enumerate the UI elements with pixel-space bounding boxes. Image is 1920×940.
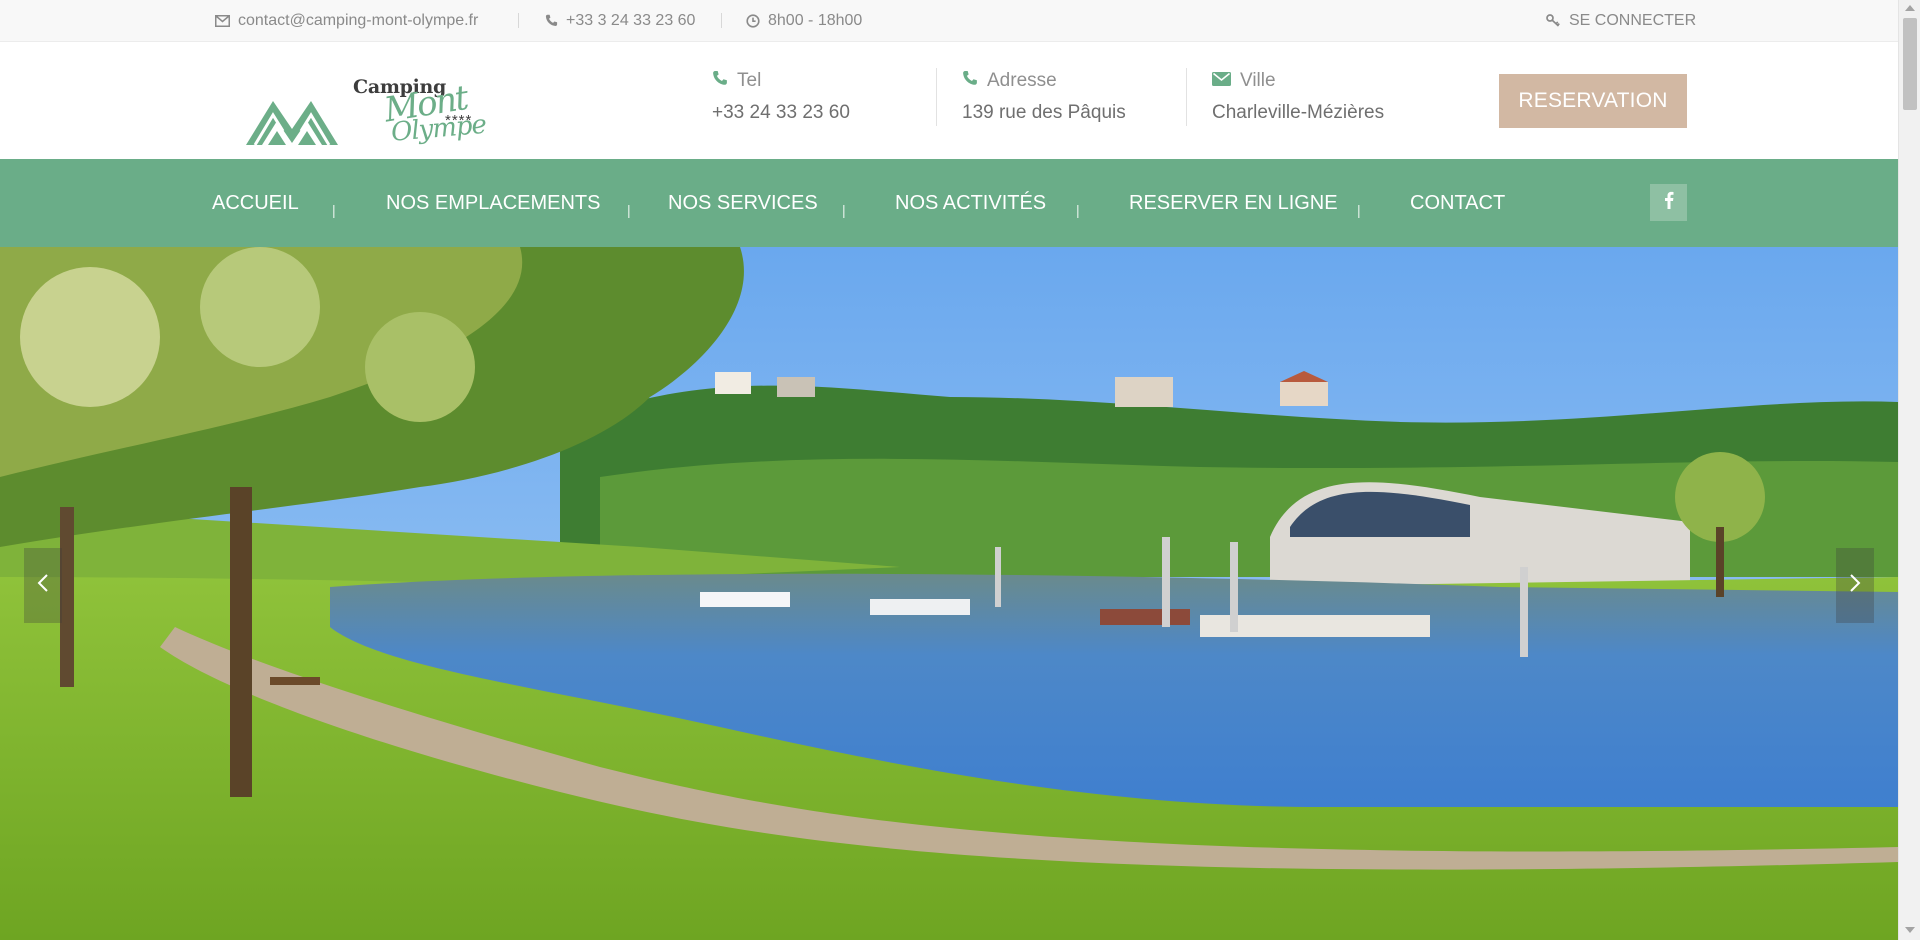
reservation-button[interactable]: RESERVATION bbox=[1499, 74, 1687, 128]
scrollbar-thumb[interactable] bbox=[1903, 18, 1917, 110]
top-bar: contact@camping-mont-olympe.fr +33 3 24 … bbox=[0, 0, 1898, 42]
nav-item-accueil[interactable]: ACCUEIL bbox=[212, 159, 299, 247]
city-label: Ville bbox=[1240, 70, 1276, 91]
phone-icon bbox=[545, 14, 558, 27]
chevron-right-icon bbox=[1849, 573, 1861, 598]
mountain-logo-icon bbox=[246, 101, 338, 146]
header-tel[interactable]: Tel +33 24 33 23 60 bbox=[712, 68, 850, 136]
key-icon bbox=[1546, 14, 1561, 27]
nav-item-emplacements[interactable]: NOS EMPLACEMENTS bbox=[386, 159, 600, 247]
phone-icon bbox=[962, 70, 978, 92]
login-link[interactable]: SE CONNECTER bbox=[1546, 0, 1696, 41]
envelope-icon bbox=[215, 14, 230, 27]
header-address: Adresse 139 rue des Pâquis bbox=[962, 68, 1126, 136]
nav-item-services[interactable]: NOS SERVICES bbox=[668, 159, 818, 247]
header-divider bbox=[1186, 68, 1187, 126]
page-scrollbar[interactable] bbox=[1898, 0, 1920, 940]
tel-value: +33 24 33 23 60 bbox=[712, 102, 850, 123]
envelope-icon bbox=[1212, 70, 1231, 92]
nav-separator: | bbox=[332, 202, 336, 218]
logo-stars: **** bbox=[445, 112, 473, 129]
slider-next-button[interactable] bbox=[1836, 548, 1874, 623]
city-value: Charleville-Mézières bbox=[1212, 102, 1385, 123]
nav-item-activites[interactable]: NOS ACTIVITÉS bbox=[895, 159, 1046, 247]
nav-separator: | bbox=[842, 202, 846, 218]
site-header: Camping Mont Olympe **** Tel +33 24 33 2… bbox=[0, 42, 1898, 159]
header-divider bbox=[936, 68, 937, 126]
topbar-phone[interactable]: +33 3 24 33 23 60 bbox=[545, 0, 695, 41]
topbar-divider bbox=[721, 13, 722, 28]
topbar-email[interactable]: contact@camping-mont-olympe.fr bbox=[215, 0, 478, 41]
topbar-divider bbox=[518, 13, 519, 28]
header-city: Ville Charleville-Mézières bbox=[1212, 68, 1384, 136]
hero-slider bbox=[0, 247, 1898, 940]
logo-text-olympe: Olympe bbox=[389, 109, 488, 148]
login-label: SE CONNECTER bbox=[1569, 11, 1697, 29]
topbar-hours: 8h00 - 18h00 bbox=[746, 0, 862, 41]
nav-item-contact[interactable]: CONTACT bbox=[1410, 159, 1505, 247]
nav-separator: | bbox=[1076, 202, 1080, 218]
main-nav: ACCUEIL | NOS EMPLACEMENTS | NOS SERVICE… bbox=[0, 159, 1898, 247]
topbar-hours-text: 8h00 - 18h00 bbox=[768, 11, 863, 29]
nav-separator: | bbox=[627, 202, 631, 218]
topbar-email-text: contact@camping-mont-olympe.fr bbox=[238, 11, 479, 29]
clock-icon bbox=[746, 13, 760, 28]
address-value: 139 rue des Pâquis bbox=[962, 102, 1126, 123]
site-logo[interactable]: Camping Mont Olympe **** bbox=[244, 72, 500, 152]
scroll-up-arrow-icon[interactable] bbox=[1905, 5, 1915, 11]
facebook-button[interactable] bbox=[1650, 184, 1687, 221]
chevron-left-icon bbox=[37, 573, 49, 598]
topbar-phone-text: +33 3 24 33 23 60 bbox=[566, 11, 696, 29]
phone-icon bbox=[712, 70, 728, 92]
tel-label: Tel bbox=[737, 70, 762, 91]
nav-item-reserver[interactable]: RESERVER EN LIGNE bbox=[1129, 159, 1338, 247]
scroll-down-arrow-icon[interactable] bbox=[1905, 927, 1915, 933]
hero-image bbox=[0, 247, 1898, 940]
page: contact@camping-mont-olympe.fr +33 3 24 … bbox=[0, 0, 1898, 940]
nav-separator: | bbox=[1357, 202, 1361, 218]
slider-prev-button[interactable] bbox=[24, 548, 62, 623]
address-label: Adresse bbox=[987, 70, 1057, 91]
facebook-icon bbox=[1664, 191, 1674, 214]
